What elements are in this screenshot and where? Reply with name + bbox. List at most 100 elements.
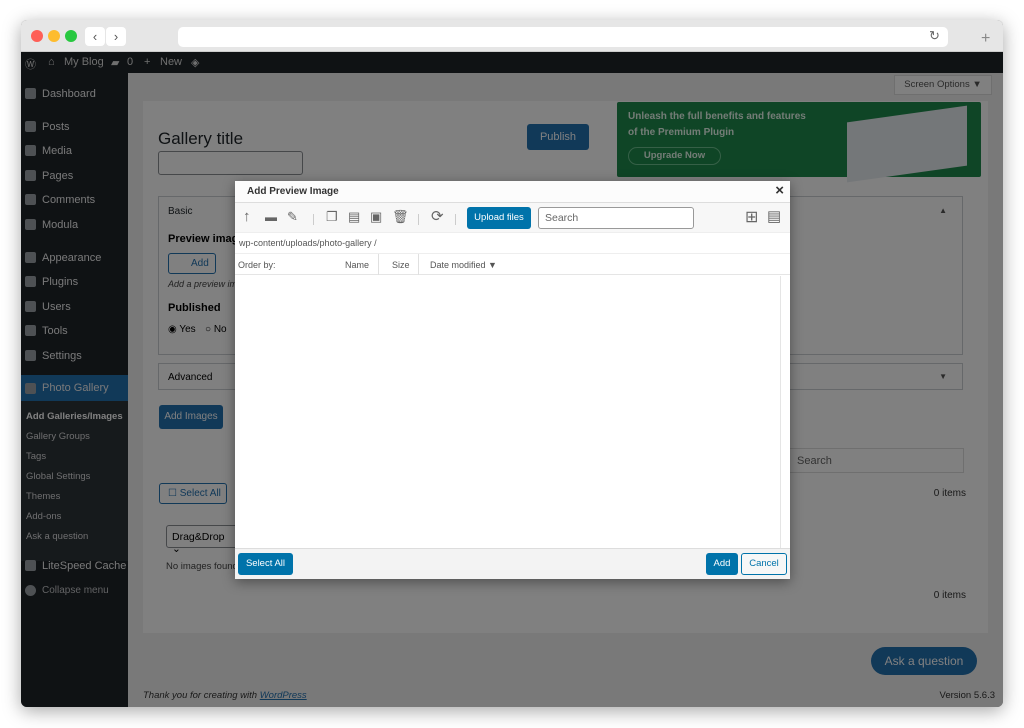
promo-line-1: Unleash the full benefits and features — [628, 111, 806, 122]
screen-options-button[interactable]: Screen Options ▼ — [894, 75, 992, 95]
admin-bar: Ⓦ ⌂ My Blog ▰ 0 + New ◈ — [21, 52, 1003, 73]
close-dialog-button[interactable]: × — [775, 182, 784, 199]
images-search-input[interactable]: Search — [788, 448, 964, 473]
footer-thanks: Thank you for creating with — [143, 690, 260, 701]
basic-heading[interactable]: Basic — [168, 206, 192, 217]
user-icon — [25, 301, 36, 312]
pin-icon — [25, 121, 36, 132]
up-arrow-icon[interactable]: ↑ — [243, 208, 251, 225]
sort-value: Drag&Drop — [172, 531, 225, 543]
submenu-add-ons[interactable]: Add-ons — [26, 511, 61, 522]
dialog-title: Add Preview Image — [247, 186, 339, 197]
collapse-icon — [25, 585, 36, 596]
pages-icon — [25, 170, 36, 181]
advanced-heading: Advanced — [168, 372, 213, 383]
litespeed-icon — [25, 560, 36, 571]
minimize-window-button[interactable] — [48, 30, 60, 42]
comment-icon: ▰ — [111, 57, 120, 69]
no-images-message: No images found. — [166, 561, 241, 572]
new-link[interactable]: New — [160, 56, 182, 68]
upload-files-button[interactable]: Upload files — [467, 207, 531, 229]
dialog-add-button[interactable]: Add — [706, 553, 738, 575]
dashboard-icon — [25, 88, 36, 99]
reload-icon[interactable]: ↻ — [929, 28, 940, 44]
items-count-bottom: 0 items — [933, 590, 966, 601]
published-label: Published — [168, 302, 221, 314]
gear-icon — [25, 219, 36, 230]
add-images-button[interactable]: Add Images — [159, 405, 223, 429]
dialog-cancel-button[interactable]: Cancel — [741, 553, 787, 575]
submenu-ask-question[interactable]: Ask a question — [26, 531, 88, 542]
litespeed-icon[interactable]: ◈ — [191, 56, 199, 69]
submenu-tags[interactable]: Tags — [26, 451, 46, 462]
maximize-window-button[interactable] — [65, 30, 77, 42]
wordpress-logo-icon[interactable]: Ⓦ — [25, 56, 36, 72]
published-yes-radio[interactable]: ◉ Yes — [168, 324, 196, 335]
copy-icon[interactable]: ❐ — [326, 209, 338, 225]
publish-button[interactable]: Publish — [527, 124, 589, 150]
wrench-icon — [25, 325, 36, 336]
sort-select[interactable]: Drag&Drop ⌄ — [166, 525, 238, 555]
grid-view-icon[interactable]: ⊞ — [745, 207, 758, 227]
sidebar-item-photo-gallery[interactable]: Photo Gallery — [21, 375, 128, 401]
order-by-label: Order by: — [238, 260, 276, 270]
sort-by-size[interactable]: Size — [392, 260, 410, 270]
add-preview-image-dialog: Add Preview Image × ↑ ▬ ✎ ❐ ▤ ▣ 🗑 ⟳ Uplo… — [235, 181, 790, 579]
dialog-header: Add Preview Image × — [235, 181, 790, 203]
upgrade-now-button[interactable]: Upgrade Now — [628, 147, 721, 165]
back-button[interactable]: ‹ — [85, 27, 105, 46]
footer-text: Thank you for creating with WordPress — [143, 690, 307, 701]
settings-icon — [25, 350, 36, 361]
site-name-link[interactable]: My Blog — [64, 56, 104, 68]
file-list-header: Order by: Name Size Date modified ▼ — [235, 253, 790, 275]
submenu-themes[interactable]: Themes — [26, 491, 60, 502]
document-icon[interactable]: ▤ — [348, 209, 360, 225]
items-count-top: 0 items — [933, 488, 966, 499]
dialog-select-all-button[interactable]: Select All — [238, 553, 293, 575]
submenu-add-galleries[interactable]: Add Galleries/Images — [26, 411, 123, 422]
column-divider — [418, 254, 419, 275]
add-label: Add — [191, 258, 209, 269]
collapse-arrow-icon[interactable]: ▲ — [939, 206, 947, 215]
toolbar-divider — [313, 214, 314, 225]
new-tab-button[interactable]: + — [981, 30, 990, 48]
current-path[interactable]: wp-content/uploads/photo-gallery / — [239, 238, 377, 248]
refresh-icon[interactable]: ⟳ — [431, 207, 444, 225]
file-list-scrollbar[interactable] — [780, 276, 790, 548]
yes-label: Yes — [179, 324, 196, 335]
comments-count[interactable]: 0 — [127, 56, 133, 68]
comments-icon — [25, 194, 36, 205]
paste-icon[interactable]: ▣ — [370, 209, 382, 225]
file-search-input[interactable]: Search — [538, 207, 694, 229]
plus-icon: + — [144, 56, 151, 68]
trash-icon[interactable]: 🗑 — [392, 209, 409, 225]
admin-sidebar: Dashboard Posts Media Pages Comments Mod… — [21, 73, 128, 707]
address-bar[interactable] — [178, 27, 948, 47]
gallery-title-input[interactable] — [158, 151, 303, 175]
expand-arrow-icon[interactable]: ▼ — [939, 372, 947, 381]
ask-question-button[interactable]: Ask a question — [871, 647, 977, 675]
promo-line-2: of the Premium Plugin — [628, 127, 735, 138]
list-view-icon[interactable]: ▤ — [767, 207, 781, 225]
select-all-images-button[interactable]: ☐ Select All — [159, 483, 227, 504]
sort-by-date[interactable]: Date modified ▼ — [430, 260, 497, 270]
promo-banner: Unleash the full benefits and features o… — [617, 102, 981, 183]
add-preview-button[interactable]: Add — [168, 253, 216, 274]
submenu-global-settings[interactable]: Global Settings — [26, 471, 90, 482]
media-icon — [25, 145, 36, 156]
select-all-label: Select All — [179, 488, 221, 499]
preview-image-label: Preview image — [168, 233, 245, 245]
brush-icon — [25, 252, 36, 263]
submenu-gallery-groups[interactable]: Gallery Groups — [26, 431, 90, 442]
column-divider — [378, 254, 379, 275]
toolbar-divider — [418, 214, 419, 225]
wordpress-link[interactable]: WordPress — [260, 690, 307, 701]
premium-preview-image — [847, 105, 967, 183]
toolbar-divider — [455, 214, 456, 225]
sort-by-name[interactable]: Name — [345, 260, 369, 270]
pencil-icon[interactable]: ✎ — [287, 209, 298, 225]
forward-button[interactable]: › — [106, 27, 126, 46]
folder-icon[interactable]: ▬ — [265, 210, 277, 224]
close-window-button[interactable] — [31, 30, 43, 42]
published-no-radio[interactable]: ○ No — [205, 324, 227, 335]
